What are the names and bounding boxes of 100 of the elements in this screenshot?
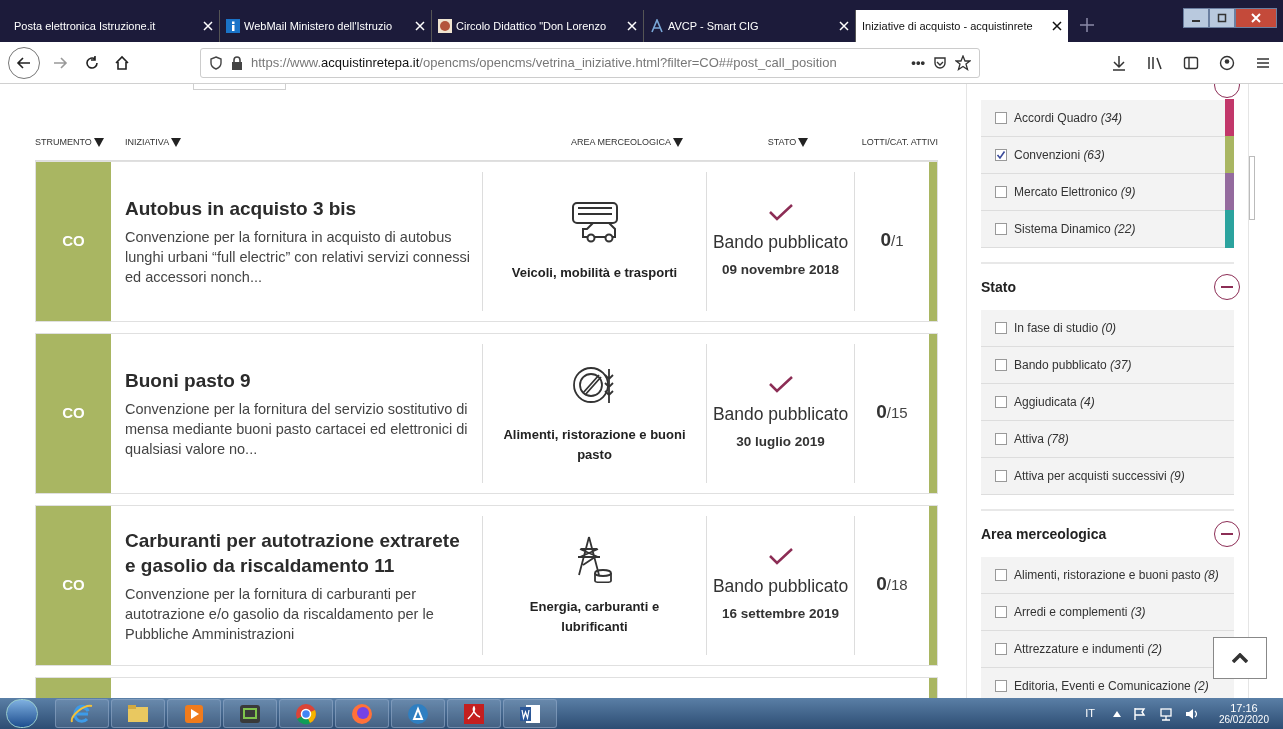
taskbar-button[interactable] (447, 699, 501, 728)
pdf-icon (462, 701, 486, 726)
filter-option[interactable]: In fase di studio (0) (981, 310, 1234, 347)
filter-option[interactable]: Bando pubblicato (37) (981, 347, 1234, 384)
pocket-icon (933, 55, 947, 70)
checkbox[interactable] (995, 359, 1007, 371)
filter-option[interactable]: Convenzioni (63) (981, 137, 1234, 174)
checkbox[interactable] (995, 680, 1007, 692)
status-date: 30 luglio 2019 (736, 432, 825, 451)
library-icon (1147, 54, 1163, 71)
check-icon (767, 203, 794, 222)
close-icon (839, 21, 849, 31)
filter-option[interactable]: Alimenti, ristorazione e buoni pasto (8) (981, 557, 1234, 594)
filter-option[interactable]: Accordi Quadro (34) (981, 100, 1234, 137)
taskbar-button[interactable] (223, 699, 277, 728)
checkbox[interactable] (995, 149, 1007, 161)
taskbar-button[interactable] (279, 699, 333, 728)
initiative-title[interactable]: Buoni pasto 9 (125, 368, 472, 393)
url-text: https://www.acquistinretepa.it/opencms/opencms/vetrina_iniziative.html?filter=CO##post_call_position (251, 53, 838, 72)
column-header[interactable]: INIZIATIVA (125, 135, 501, 150)
close-button[interactable] (1235, 8, 1277, 28)
taskbar-button[interactable] (55, 699, 109, 728)
checkbox[interactable] (995, 470, 1007, 482)
checkbox[interactable] (995, 396, 1007, 408)
taskbar-button[interactable] (167, 699, 221, 728)
checkbox[interactable] (995, 606, 1007, 618)
initiative-card[interactable] (35, 505, 938, 666)
active-lots-count: 0/18 (876, 572, 908, 596)
status-label: Bando pubblicato (712, 403, 849, 427)
maximize-icon (1217, 13, 1227, 23)
language-indicator[interactable]: IT (1085, 705, 1095, 722)
delta-icon (406, 701, 430, 726)
filter-option[interactable]: Editoria, Eventi e Comunicazione (2) (981, 668, 1234, 698)
filter-option[interactable]: Attiva per acquisti successivi (9) (981, 458, 1234, 495)
checkbox[interactable] (995, 569, 1007, 581)
filter-option[interactable]: Aggiudicata (4) (981, 384, 1234, 421)
column-header[interactable]: STATO (713, 135, 863, 150)
filter-option[interactable]: Attrezzature e indumenti (2) (981, 631, 1234, 668)
filter-option-label: In fase di studio (0) (1014, 320, 1118, 337)
minimize-button[interactable] (1183, 8, 1209, 28)
tab-title: Circolo Didattico "Don Lorenzo (456, 18, 608, 34)
filter-option[interactable]: Mercato Elettronico (9) (981, 174, 1234, 211)
filter-option[interactable]: Arredi e complementi (3) (981, 594, 1234, 631)
start-button[interactable] (6, 699, 38, 728)
checkbox[interactable] (995, 322, 1007, 334)
filter-field[interactable] (193, 84, 286, 90)
firefox-icon (350, 701, 374, 726)
filter-group-title: Stato (981, 277, 1016, 297)
close-icon (1251, 13, 1261, 23)
filter-option-label: Attiva (78) (1014, 431, 1070, 448)
back-to-top-button[interactable] (1213, 637, 1267, 679)
forward-arrow-icon (52, 54, 68, 71)
status-date: 09 novembre 2018 (721, 260, 840, 279)
browser-tab[interactable]: Iniziative di acquisto - acquistinrete (856, 10, 1068, 42)
flag-icon (1132, 706, 1147, 721)
sidebar-icon (1183, 54, 1199, 71)
checkbox[interactable] (995, 643, 1007, 655)
up-triangle-icon (1112, 710, 1121, 717)
scrollbar-thumb[interactable] (1249, 156, 1255, 220)
status-date: 16 settembre 2019 (721, 604, 840, 623)
check-icon (767, 375, 794, 394)
sort-down-icon (171, 138, 182, 147)
close-icon (627, 21, 637, 31)
initiative-description: Convenzione per la fornitura di carburanti per autotrazione e/o gasolio da riscaldamento per le Pubbliche Amministrazioni (125, 584, 435, 644)
area-label: Energia, carburanti e lubrificanti (528, 597, 661, 636)
checkbox[interactable] (995, 112, 1007, 124)
column-header[interactable]: AREA MERCEOLOGICA (501, 135, 713, 150)
tab-title: Posta elettronica Istruzione.it (14, 18, 157, 34)
tab-title: Iniziative di acquisto - acquistinrete (862, 18, 1034, 34)
filter-option[interactable]: Sistema Dinamico (22) (981, 211, 1234, 248)
taskbar-button[interactable] (391, 699, 445, 728)
maximize-button[interactable] (1209, 8, 1235, 28)
clock[interactable]: 17:16 26/02/2020 (1218, 701, 1269, 726)
tool-tag: CO (36, 506, 111, 665)
column-header[interactable]: STRUMENTO (35, 135, 125, 150)
initiative-title[interactable]: Carburanti per autotrazione extrarete e gasolio da riscaldamento 11 (125, 527, 472, 578)
star-icon (955, 54, 971, 71)
area-label: Alimenti, ristorazione e buoni pasto (502, 425, 687, 464)
taskbar-button[interactable] (111, 699, 165, 728)
initiative-title[interactable]: Autobus in acquisto 3 bis (125, 196, 472, 221)
taskbar-button[interactable] (503, 699, 557, 728)
close-icon (203, 21, 213, 31)
page-actions-button[interactable]: ••• (911, 52, 925, 73)
new-tab-icon (1080, 18, 1094, 32)
filter-group-title: Area merceologica (981, 524, 1107, 544)
filter-option[interactable]: Attiva (78) (981, 421, 1234, 458)
sort-down-icon (93, 138, 104, 147)
home-icon (114, 54, 130, 71)
initiative-card[interactable] (35, 333, 938, 494)
checkbox[interactable] (995, 186, 1007, 198)
checkbox[interactable] (995, 223, 1007, 235)
active-lots-count: 0/15 (876, 400, 908, 424)
initiative-card[interactable] (35, 161, 938, 322)
checkbox[interactable] (995, 433, 1007, 445)
lock-icon (231, 55, 243, 70)
chrome-icon (294, 701, 318, 726)
address-bar[interactable]: https://www.acquistinretepa.it/opencms/opencms/vetrina_iniziative.html?filter=CO##post_call_position ••• (200, 47, 980, 78)
filter-option-label: Mercato Elettronico (9) (1014, 184, 1137, 201)
speaker-icon (1184, 706, 1199, 721)
filter-option-label: Editoria, Eventi e Comunicazione (2) (1014, 678, 1210, 695)
